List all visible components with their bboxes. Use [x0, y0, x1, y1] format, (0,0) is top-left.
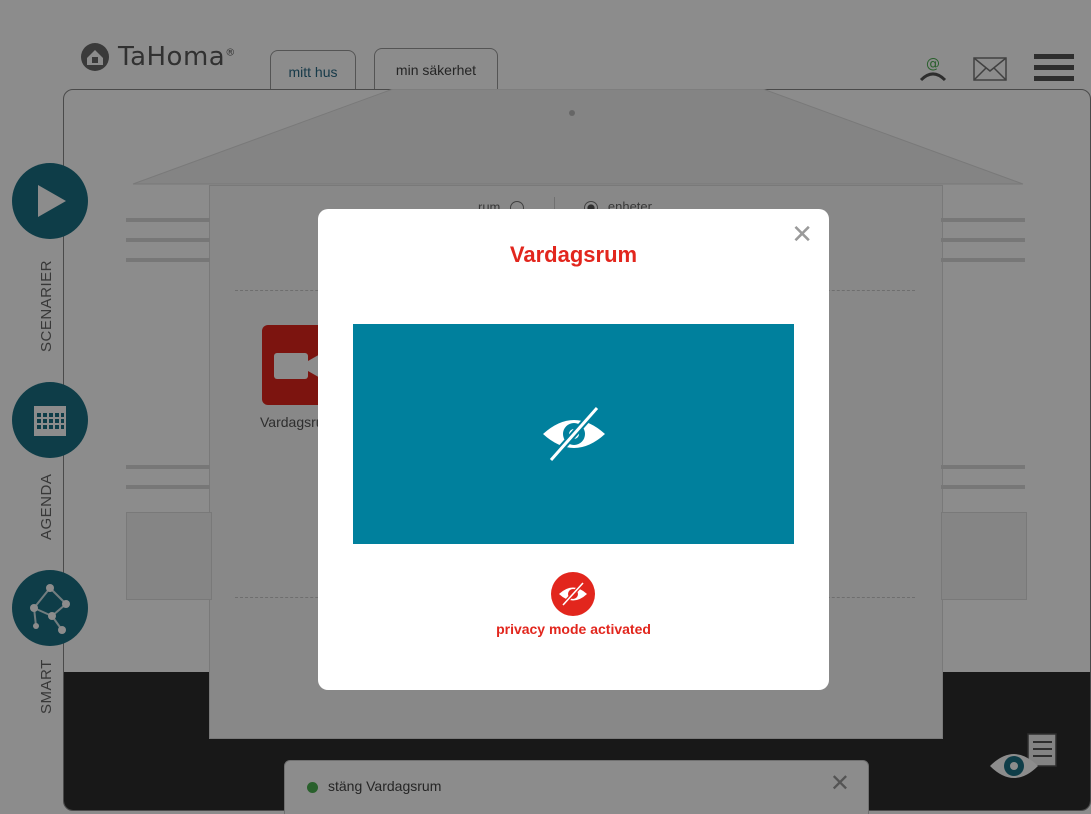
app-root: TaHoma® mitt hus min säkerhet @ rum enhe… [0, 0, 1091, 814]
modal-title: Vardagsrum [509, 242, 638, 267]
camera-modal: Vardagsrum ✕ privacy mode activated [318, 209, 829, 690]
eye-slash-small-icon [559, 581, 587, 607]
privacy-status-text: privacy mode activated [496, 621, 651, 637]
modal-close-button[interactable]: ✕ [791, 219, 813, 249]
privacy-mode-icon [551, 572, 595, 616]
eye-slash-icon [542, 405, 605, 463]
camera-video-panel [353, 324, 794, 544]
